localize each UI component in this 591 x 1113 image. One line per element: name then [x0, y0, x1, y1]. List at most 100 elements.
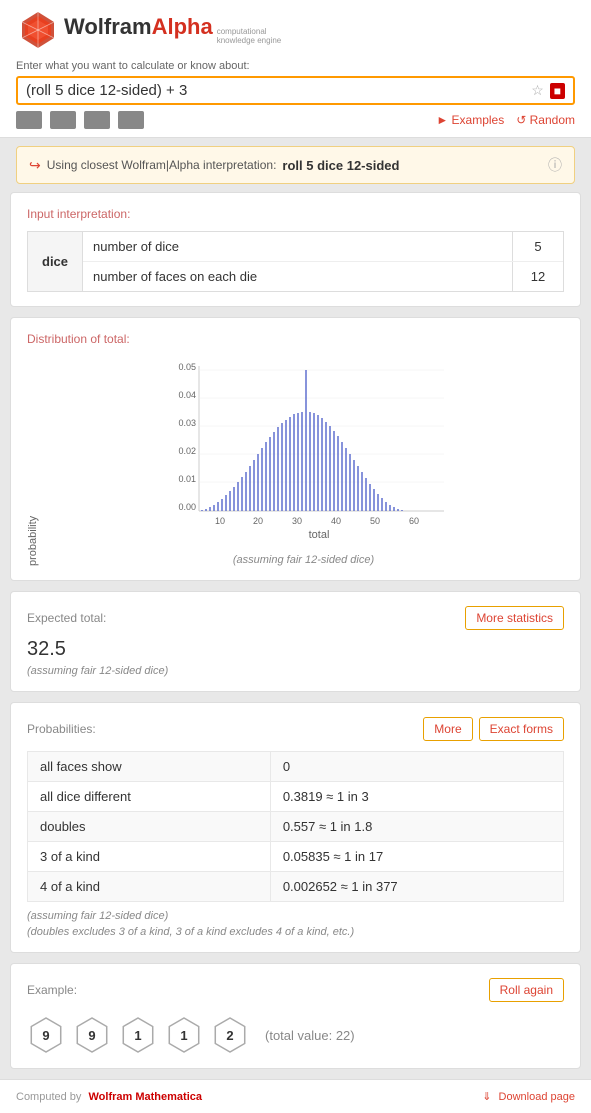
search-icons: ☆ ■: [531, 82, 565, 99]
interp-left: ↪ Using closest Wolfram|Alpha interpreta…: [29, 157, 399, 174]
expected-header: Expected total: More statistics: [27, 606, 564, 630]
camera-icon[interactable]: [50, 111, 76, 129]
die-2: 9: [73, 1016, 111, 1054]
svg-text:20: 20: [252, 516, 262, 526]
probabilities-card: Probabilities: More Exact forms all face…: [10, 702, 581, 953]
expected-note: (assuming fair 12-sided dice): [27, 665, 564, 677]
prob-row-label: all dice different: [28, 782, 271, 812]
random-icon: ↺: [516, 113, 526, 127]
share-icon[interactable]: [118, 111, 144, 129]
expected-total-card: Expected total: More statistics 32.5 (as…: [10, 591, 581, 692]
more-statistics-button[interactable]: More statistics: [465, 606, 564, 630]
interp-prefix: Using closest Wolfram|Alpha interpretati…: [47, 158, 277, 172]
svg-text:30: 30: [291, 516, 301, 526]
wolfram-mathematica-link[interactable]: Wolfram Mathematica: [89, 1091, 203, 1103]
die-3: 1: [119, 1016, 157, 1054]
logo-icon: [16, 8, 60, 52]
toolbar-left: [16, 111, 144, 129]
random-link[interactable]: ↺ Random: [516, 113, 575, 127]
prob-header: Probabilities: More Exact forms: [27, 717, 564, 741]
bookmark-icon[interactable]: ☆: [531, 82, 544, 99]
chart-bars: [201, 370, 403, 511]
logo-text: WolframAlpha computational knowledge eng…: [64, 14, 281, 46]
distribution-chart: 0.05 0.04 0.03 0.02 0.01 0.00 10 20 30 4…: [154, 356, 454, 546]
search-label: Enter what you want to calculate or know…: [16, 60, 575, 72]
y-axis-area: probability: [27, 356, 39, 566]
table-row: 4 of a kind0.002652 ≈ 1 in 377: [28, 872, 564, 902]
svg-text:60: 60: [408, 516, 418, 526]
example-header: Example: Roll again: [27, 978, 564, 1002]
prob-row-label: 4 of a kind: [28, 872, 271, 902]
interp-query: roll 5 dice 12-sided: [282, 158, 399, 173]
svg-text:total: total: [308, 529, 329, 541]
toolbar: ► Examples ↺ Random: [16, 111, 575, 129]
svg-text:0.05: 0.05: [178, 362, 196, 372]
prob-row-label: all faces show: [28, 752, 271, 782]
interp-row-dice: number of dice 5: [83, 232, 563, 262]
table-row: 3 of a kind0.05835 ≈ 1 in 17: [28, 842, 564, 872]
table-row: doubles0.557 ≈ 1 in 1.8: [28, 812, 564, 842]
prob-title: Probabilities:: [27, 722, 96, 736]
help-icon[interactable]: ⓘ: [548, 155, 562, 175]
svg-text:0.04: 0.04: [178, 390, 196, 400]
more-button[interactable]: More: [423, 717, 472, 741]
logo: WolframAlpha computational knowledge eng…: [16, 8, 281, 52]
close-icon[interactable]: ■: [550, 83, 565, 99]
prob-row-label: doubles: [28, 812, 271, 842]
search-input[interactable]: [26, 82, 531, 99]
prob-row-value: 0.557 ≈ 1 in 1.8: [270, 812, 563, 842]
input-card-title: Input interpretation:: [27, 207, 564, 221]
prob-row-value: 0.3819 ≈ 1 in 3: [270, 782, 563, 812]
dice-total: (total value: 22): [265, 1028, 355, 1043]
logo-wolfram: Wolfram: [64, 14, 152, 40]
distribution-title: Distribution of total:: [27, 332, 564, 346]
interpretation-bar: ↪ Using closest Wolfram|Alpha interpreta…: [16, 146, 575, 184]
prob-note1: (assuming fair 12-sided dice): [27, 910, 564, 922]
footer: Computed by Wolfram Mathematica ⇓ Downlo…: [0, 1079, 591, 1113]
interp-row-faces: number of faces on each die 12: [83, 262, 563, 291]
svg-text:10: 10: [214, 516, 224, 526]
roll-again-button[interactable]: Roll again: [489, 978, 564, 1002]
expected-value: 32.5: [27, 638, 564, 661]
logo-alpha: Alpha: [152, 14, 213, 40]
prob-row-value: 0.002652 ≈ 1 in 377: [270, 872, 563, 902]
toolbar-right: ► Examples ↺ Random: [436, 113, 575, 127]
download-page-link[interactable]: Download page: [499, 1091, 575, 1103]
prob-buttons: More Exact forms: [423, 717, 564, 741]
content: Input interpretation: dice number of dic…: [10, 192, 581, 1069]
table-row: all faces show0: [28, 752, 564, 782]
y-axis-label: probability: [27, 356, 39, 566]
interp-rows: number of dice 5 number of faces on each…: [83, 231, 564, 292]
footer-right: ⇓ Download page: [482, 1090, 575, 1103]
svg-text:9: 9: [88, 1028, 95, 1043]
prob-note2: (doubles excludes 3 of a kind, 3 of a ki…: [27, 926, 564, 938]
prob-row-value: 0.05835 ≈ 1 in 17: [270, 842, 563, 872]
header: WolframAlpha computational knowledge eng…: [0, 0, 591, 138]
logo-area: WolframAlpha computational knowledge eng…: [16, 8, 575, 52]
input-interpretation-card: Input interpretation: dice number of dic…: [10, 192, 581, 307]
prob-row-value: 0: [270, 752, 563, 782]
example-card: Example: Roll again 9 9 1 1 2 (total val…: [10, 963, 581, 1069]
table-row: all dice different0.3819 ≈ 1 in 3: [28, 782, 564, 812]
grid-icon[interactable]: [84, 111, 110, 129]
svg-text:50: 50: [369, 516, 379, 526]
examples-icon: ►: [436, 113, 448, 127]
svg-text:2: 2: [226, 1028, 233, 1043]
expected-title: Expected total:: [27, 611, 106, 625]
exact-forms-button[interactable]: Exact forms: [479, 717, 564, 741]
die-4: 1: [165, 1016, 203, 1054]
keyboard-icon[interactable]: [16, 111, 42, 129]
svg-text:40: 40: [330, 516, 340, 526]
num-dice-value: 5: [513, 232, 563, 261]
example-title: Example:: [27, 983, 77, 997]
examples-link[interactable]: ► Examples: [436, 113, 504, 127]
svg-text:0.01: 0.01: [178, 474, 196, 484]
input-table: dice number of dice 5 number of faces on…: [27, 231, 564, 292]
dice-row: 9 9 1 1 2 (total value: 22): [27, 1016, 564, 1054]
num-faces-value: 12: [513, 262, 563, 291]
interp-arrow-icon: ↪: [29, 157, 41, 174]
die-5: 2: [211, 1016, 249, 1054]
prob-row-label: 3 of a kind: [28, 842, 271, 872]
die-1: 9: [27, 1016, 65, 1054]
probabilities-table: all faces show0all dice different0.3819 …: [27, 751, 564, 902]
